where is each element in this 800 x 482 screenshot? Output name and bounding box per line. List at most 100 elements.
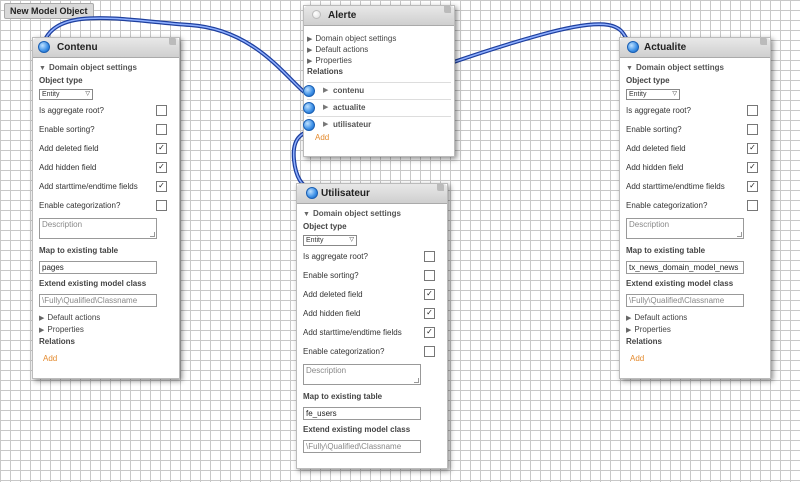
- enable-sorting-label: Enable sorting?: [303, 271, 359, 280]
- enable-categorization-label: Enable categorization?: [303, 347, 385, 356]
- triangle-down-icon: ▼: [626, 65, 633, 72]
- node-title: Alerte: [328, 10, 357, 21]
- node-header[interactable]: Utilisateur: [297, 183, 447, 204]
- node-utilisateur[interactable]: Utilisateur ▼ Domain object settings Obje…: [296, 183, 448, 469]
- aggregate-root-checkbox[interactable]: [747, 105, 758, 116]
- add-deleted-checkbox[interactable]: ✓: [747, 143, 758, 154]
- map-table-input[interactable]: tx_news_domain_model_news: [626, 261, 744, 274]
- enable-sorting-checkbox[interactable]: [424, 270, 435, 281]
- connector-dot-icon[interactable]: [303, 102, 315, 114]
- triangle-right-icon: ▶: [39, 327, 45, 334]
- resize-grip-icon[interactable]: [737, 232, 742, 237]
- connector-dot-icon[interactable]: [303, 119, 315, 131]
- add-deleted-checkbox[interactable]: ✓: [424, 289, 435, 300]
- resize-grip-icon[interactable]: [414, 378, 419, 383]
- enable-categorization-checkbox[interactable]: [424, 346, 435, 357]
- aggregate-root-label: Is aggregate root?: [39, 106, 104, 115]
- node-actualite[interactable]: Actualite ▼ Domain object settings Object…: [619, 37, 771, 379]
- enable-sorting-checkbox[interactable]: [747, 124, 758, 135]
- aggregate-root-checkbox[interactable]: [424, 251, 435, 262]
- add-starttime-checkbox[interactable]: ✓: [747, 181, 758, 192]
- add-starttime-checkbox[interactable]: ✓: [156, 181, 167, 192]
- extend-class-input[interactable]: \Fully\Qualified\Classname: [626, 294, 744, 307]
- enable-sorting-label: Enable sorting?: [39, 125, 95, 134]
- node-contenu[interactable]: Contenu ▼ Domain object settings Object t…: [32, 37, 180, 379]
- add-hidden-checkbox[interactable]: ✓: [424, 308, 435, 319]
- object-type-label: Object type: [626, 76, 670, 85]
- node-title: Contenu: [57, 42, 98, 53]
- object-type-select[interactable]: Entity ▽: [626, 89, 680, 100]
- relation-item[interactable]: ▶ actualite: [303, 99, 451, 116]
- node-header[interactable]: Alerte: [304, 5, 454, 26]
- connector-dot-icon[interactable]: [312, 10, 321, 19]
- add-relation-link[interactable]: Add: [315, 133, 329, 142]
- connector-dot-icon[interactable]: [627, 41, 639, 53]
- enable-categorization-label: Enable categorization?: [626, 201, 708, 210]
- close-icon[interactable]: [444, 5, 451, 13]
- add-starttime-label: Add starttime/endtime fields: [303, 328, 402, 337]
- close-icon[interactable]: [169, 37, 176, 45]
- map-table-label: Map to existing table: [39, 246, 119, 255]
- triangle-right-icon: ▶: [39, 315, 45, 322]
- relations-label: Relations: [626, 337, 663, 346]
- add-starttime-checkbox[interactable]: ✓: [424, 327, 435, 338]
- relation-name: utilisateur: [333, 120, 372, 129]
- connector-dot-icon[interactable]: [303, 85, 315, 97]
- description-textarea[interactable]: Description: [626, 218, 744, 239]
- close-icon[interactable]: [437, 183, 444, 191]
- relations-label: Relations: [307, 67, 344, 76]
- add-deleted-checkbox[interactable]: ✓: [156, 143, 167, 154]
- description-textarea[interactable]: Description: [39, 218, 157, 239]
- add-hidden-label: Add hidden field: [39, 163, 97, 172]
- enable-sorting-checkbox[interactable]: [156, 124, 167, 135]
- connector-dot-icon[interactable]: [38, 41, 50, 53]
- connector-dot-icon[interactable]: [306, 187, 318, 199]
- description-textarea[interactable]: Description: [303, 364, 421, 385]
- node-alerte[interactable]: Alerte ▶ Domain object settings ▶ Default …: [303, 5, 455, 157]
- extend-class-input[interactable]: \Fully\Qualified\Classname: [303, 440, 421, 453]
- default-actions-toggle[interactable]: ▶ Default actions: [307, 45, 451, 54]
- domain-settings-toggle[interactable]: ▶ Domain object settings: [307, 34, 451, 43]
- enable-sorting-label: Enable sorting?: [626, 125, 682, 134]
- default-actions-toggle[interactable]: ▶ Default actions: [626, 313, 764, 322]
- triangle-right-icon: ▶: [323, 87, 329, 94]
- domain-settings-toggle[interactable]: ▼ Domain object settings: [303, 209, 441, 218]
- enable-categorization-label: Enable categorization?: [39, 201, 121, 210]
- add-relation-link[interactable]: Add: [43, 354, 57, 363]
- map-table-input[interactable]: fe_users: [303, 407, 421, 420]
- object-type-select[interactable]: Entity ▽: [39, 89, 93, 100]
- map-table-input[interactable]: pages: [39, 261, 157, 274]
- extend-class-input[interactable]: \Fully\Qualified\Classname: [39, 294, 157, 307]
- chevron-down-icon: ▽: [85, 91, 90, 97]
- triangle-right-icon: ▶: [307, 58, 313, 65]
- triangle-right-icon: ▶: [307, 47, 313, 54]
- extend-class-label: Extend existing model class: [626, 279, 734, 288]
- relation-item[interactable]: ▶ utilisateur: [303, 116, 451, 133]
- add-relation-link[interactable]: Add: [630, 354, 644, 363]
- properties-toggle[interactable]: ▶ Properties: [626, 325, 764, 334]
- relation-item[interactable]: ▶ contenu: [303, 82, 451, 99]
- triangle-right-icon: ▶: [626, 315, 632, 322]
- add-hidden-checkbox[interactable]: ✓: [156, 162, 167, 173]
- add-hidden-label: Add hidden field: [303, 309, 361, 318]
- aggregate-root-checkbox[interactable]: [156, 105, 167, 116]
- domain-settings-toggle[interactable]: ▼ Domain object settings: [39, 63, 173, 72]
- extend-class-label: Extend existing model class: [39, 279, 147, 288]
- enable-categorization-checkbox[interactable]: [156, 200, 167, 211]
- object-type-select[interactable]: Entity ▽: [303, 235, 357, 246]
- properties-toggle[interactable]: ▶ Properties: [39, 325, 173, 334]
- domain-settings-toggle[interactable]: ▼ Domain object settings: [626, 63, 764, 72]
- chevron-down-icon: ▽: [349, 237, 354, 243]
- enable-categorization-checkbox[interactable]: [747, 200, 758, 211]
- node-title: Utilisateur: [321, 188, 370, 199]
- add-starttime-label: Add starttime/endtime fields: [626, 182, 725, 191]
- properties-toggle[interactable]: ▶ Properties: [307, 56, 451, 65]
- triangle-right-icon: ▶: [323, 121, 329, 128]
- node-header[interactable]: Actualite: [620, 37, 770, 58]
- node-header[interactable]: Contenu: [33, 37, 179, 58]
- default-actions-toggle[interactable]: ▶ Default actions: [39, 313, 173, 322]
- close-icon[interactable]: [760, 37, 767, 45]
- resize-grip-icon[interactable]: [150, 232, 155, 237]
- object-type-label: Object type: [303, 222, 347, 231]
- add-hidden-checkbox[interactable]: ✓: [747, 162, 758, 173]
